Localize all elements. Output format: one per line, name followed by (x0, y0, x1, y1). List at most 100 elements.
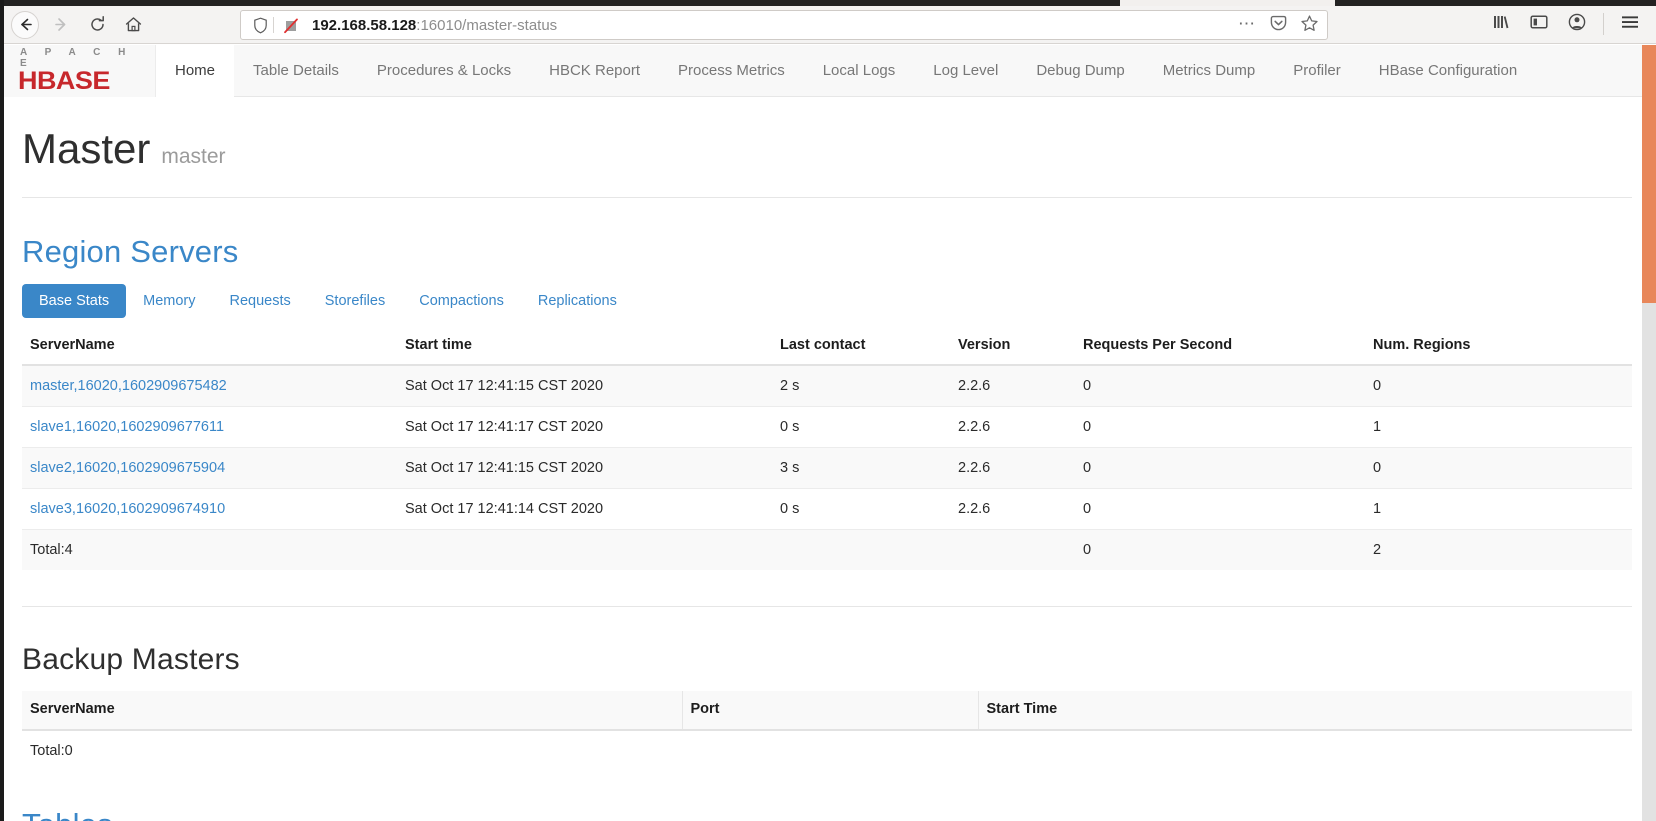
tab-replications[interactable]: Replications (521, 284, 634, 318)
server-link[interactable]: slave3,16020,1602909674910 (30, 501, 225, 517)
column-header-port: Port (682, 691, 979, 731)
nav-item-metrics-dump[interactable]: Metrics Dump (1144, 45, 1275, 97)
cell-version: 2.2.6 (950, 447, 1075, 489)
column-header-last-contact: Last contact (772, 328, 950, 366)
table-row: slave3,16020,1602909674910 Sat Oct 17 12… (22, 488, 1632, 530)
cell-start-time: Sat Oct 17 12:41:14 CST 2020 (397, 488, 772, 530)
reload-icon (88, 15, 107, 34)
hbase-top-navigation: A P A C H E HBASE Home Table Details Pro… (4, 44, 1650, 97)
tab-memory[interactable]: Memory (126, 284, 212, 318)
table-row: master,16020,1602909675482 Sat Oct 17 12… (22, 365, 1632, 407)
server-link[interactable]: slave1,16020,1602909677611 (30, 419, 224, 435)
ellipsis-icon[interactable]: ⋯ (1238, 15, 1257, 38)
column-header-servername: ServerName (22, 691, 683, 731)
window-left-edge (0, 0, 4, 821)
hbase-logo[interactable]: A P A C H E HBASE (4, 44, 156, 97)
forward-button[interactable] (44, 10, 78, 40)
region-servers-table: ServerName Start time Last contact Versi… (22, 328, 1632, 570)
pocket-icon[interactable] (1269, 14, 1288, 38)
cell-num-regions: 1 (1365, 406, 1632, 448)
cell-servername: slave1,16020,1602909677611 (22, 406, 397, 448)
tab-requests[interactable]: Requests (213, 284, 308, 318)
section-divider (22, 606, 1632, 607)
account-button[interactable] (1559, 9, 1595, 39)
table-header-row: ServerName Start time Last contact Versi… (22, 328, 1632, 366)
hamburger-menu-icon (1620, 14, 1640, 35)
cell-last-contact: 3 s (772, 447, 950, 489)
column-header-num-regions: Num. Regions (1365, 328, 1632, 366)
browser-window: 192.168.58.128:16010/master-status ⋯ A P… (0, 0, 1656, 821)
logo-hbase-text: HBASE (18, 67, 110, 95)
browser-toolbar-right (1483, 8, 1648, 40)
address-bar-divider (273, 17, 274, 33)
page-subtitle: master (161, 145, 226, 168)
table-total-row: Total:4 0 2 (22, 529, 1632, 570)
nav-links: Home Table Details Procedures & Locks HB… (156, 44, 1536, 97)
cell-version: 2.2.6 (950, 406, 1075, 448)
library-button[interactable] (1483, 9, 1519, 39)
home-icon (124, 15, 143, 34)
nav-item-local-logs[interactable]: Local Logs (804, 45, 915, 97)
cell-num-regions: 0 (1365, 365, 1632, 407)
nav-item-debug-dump[interactable]: Debug Dump (1017, 45, 1143, 97)
back-arrow-icon (11, 10, 39, 39)
tab-compactions[interactable]: Compactions (402, 284, 521, 318)
tracker-blocked-icon[interactable] (280, 17, 302, 34)
tab-storefiles[interactable]: Storefiles (308, 284, 402, 318)
column-header-servername: ServerName (22, 328, 397, 366)
cell-num-regions: 1 (1365, 488, 1632, 530)
cell-version: 2.2.6 (950, 488, 1075, 530)
star-icon[interactable] (1300, 14, 1319, 38)
tables-heading: Tables (22, 807, 1632, 821)
column-header-start-time: Start Time (978, 691, 1632, 731)
cell-num-regions: 0 (1365, 447, 1632, 489)
cell-last-contact: 0 s (772, 488, 950, 530)
toolbar-divider (1603, 13, 1604, 35)
back-button[interactable] (8, 10, 42, 40)
nav-item-log-level[interactable]: Log Level (914, 45, 1017, 97)
scrollbar-thumb[interactable] (1642, 45, 1656, 303)
sidebar-button[interactable] (1521, 9, 1557, 39)
address-bar[interactable]: 192.168.58.128:16010/master-status ⋯ (240, 10, 1328, 40)
library-icon (1491, 13, 1511, 36)
nav-item-table-details[interactable]: Table Details (234, 45, 358, 97)
cell-total-label: Total:4 (22, 529, 397, 570)
cell-requests-per-second: 0 (1075, 365, 1365, 407)
home-button[interactable] (116, 10, 150, 40)
server-link[interactable]: master,16020,1602909675482 (30, 378, 227, 394)
nav-item-hbase-configuration[interactable]: HBase Configuration (1360, 45, 1536, 97)
address-bar-actions: ⋯ (1238, 11, 1319, 41)
column-header-requests-per-second: Requests Per Second (1075, 328, 1365, 366)
page-header: Master master (22, 97, 1632, 198)
column-header-version: Version (950, 328, 1075, 366)
reload-button[interactable] (80, 10, 114, 40)
server-link[interactable]: slave2,16020,1602909675904 (30, 460, 225, 476)
table-header-row: ServerName Port Start Time (22, 691, 1632, 731)
account-icon (1567, 12, 1587, 37)
cell-last-contact: 2 s (772, 365, 950, 407)
nav-item-profiler[interactable]: Profiler (1274, 45, 1360, 97)
cell-total-start-time (978, 730, 1632, 771)
nav-item-hbck-report[interactable]: HBCK Report (530, 45, 659, 97)
nav-item-procedures-locks[interactable]: Procedures & Locks (358, 45, 530, 97)
cell-total-last-contact (772, 529, 950, 570)
url-path: :16010/master-status (416, 16, 558, 34)
tab-base-stats[interactable]: Base Stats (22, 284, 127, 318)
nav-item-process-metrics[interactable]: Process Metrics (659, 45, 804, 97)
cell-total-port (682, 730, 978, 771)
column-header-start-time: Start time (397, 328, 772, 366)
nav-item-home[interactable]: Home (156, 44, 235, 97)
cell-total-requests-per-second: 0 (1075, 529, 1365, 570)
cell-total-version (950, 529, 1075, 570)
cell-start-time: Sat Oct 17 12:41:17 CST 2020 (397, 406, 772, 448)
backup-masters-heading: Backup Masters (22, 643, 240, 676)
shield-icon[interactable] (249, 17, 271, 34)
page-scrollbar[interactable] (1642, 45, 1656, 821)
menu-button[interactable] (1612, 9, 1648, 39)
url-text: 192.168.58.128:16010/master-status (312, 17, 557, 34)
table-row: slave1,16020,1602909677611 Sat Oct 17 12… (22, 406, 1632, 448)
cell-last-contact: 0 s (772, 406, 950, 448)
cell-requests-per-second: 0 (1075, 406, 1365, 448)
cell-version: 2.2.6 (950, 365, 1075, 407)
table-row: slave2,16020,1602909675904 Sat Oct 17 12… (22, 447, 1632, 489)
